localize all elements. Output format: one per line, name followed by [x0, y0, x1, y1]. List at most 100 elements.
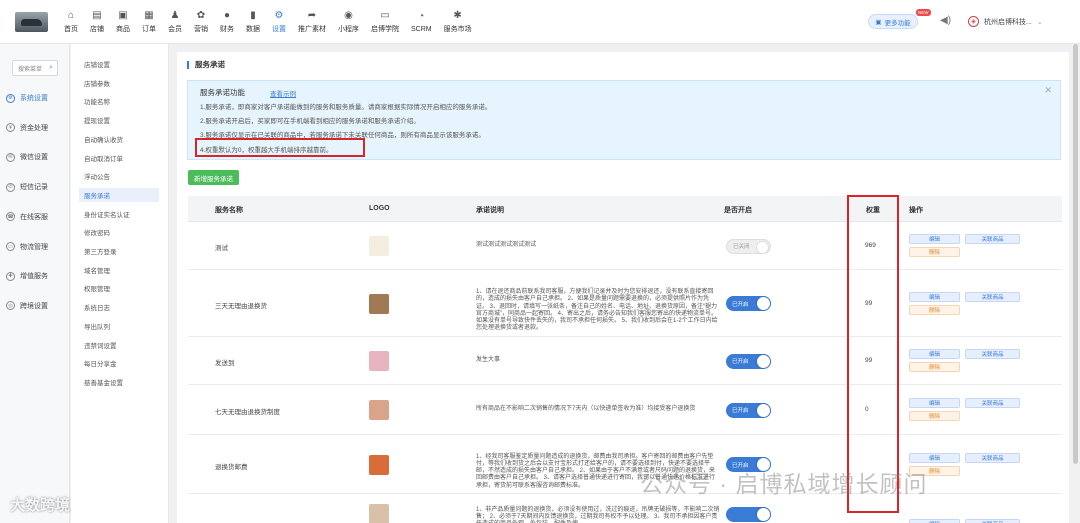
submenu-item[interactable]: 自动取消订单	[79, 151, 159, 165]
service-name: 退换货邮费	[215, 463, 248, 471]
submenu-item[interactable]: 店铺参数	[79, 76, 159, 90]
nav-item-store[interactable]: ▤ 店铺	[84, 0, 110, 44]
submenu-item[interactable]: 提现设置	[79, 113, 159, 127]
shop-selector[interactable]: ◈ 杭州启博科技... ⌄	[968, 13, 1043, 30]
page-title: 服务承诺	[187, 61, 225, 69]
submenu-item[interactable]: 服务承诺	[79, 187, 159, 202]
service-description: 1、请在退还商品前联系我司客服，方便我们记录并及时为您安排退还，没有联系直接寄回…	[476, 289, 718, 332]
chevron-down-icon: ⌄	[1036, 18, 1043, 26]
link-goods-button[interactable]: 关联商品	[965, 234, 1020, 244]
delete-button[interactable]: 删除	[909, 247, 960, 257]
marketing-icon: ✿	[196, 9, 206, 21]
nav-item-home[interactable]: ⌂ 首页	[58, 0, 84, 44]
edit-button[interactable]: 编辑	[909, 234, 960, 244]
submenu-item[interactable]: 慈善基金设置	[79, 375, 159, 389]
service-name: 发送到	[215, 360, 235, 367]
edit-button[interactable]: 编辑	[909, 349, 960, 359]
service-logo	[369, 236, 389, 256]
service-description: 1、非产品质量问题的退换货，必须没有使用过，洗过的痕迹，吊牌无破损等，不影响二次…	[476, 506, 720, 523]
submenu-item[interactable]: 修改密码	[79, 225, 159, 239]
nav-label: 财务	[220, 26, 234, 33]
enable-toggle[interactable]: 已开启	[726, 296, 771, 311]
nav-item-scrm[interactable]: ◔ SCRM	[405, 0, 438, 44]
scrm-icon: ◔	[418, 11, 425, 22]
nav-item-goods[interactable]: ▣ 商品	[110, 0, 136, 44]
enable-toggle[interactable]: 已开启	[726, 353, 771, 369]
sidebar-item-service[interactable]: ☎ 在线客服	[0, 207, 70, 227]
view-example-link[interactable]: 查看示例	[270, 88, 296, 98]
service-logo	[369, 293, 389, 314]
enable-toggle[interactable]	[726, 506, 771, 522]
edit-button[interactable]: 编辑	[909, 398, 960, 408]
service-logo	[369, 400, 389, 420]
submenu-item[interactable]: 域名管理	[79, 263, 159, 277]
nav-item-marketing[interactable]: ✿ 营销	[188, 0, 214, 44]
nav-item-miniapp[interactable]: ◉ 小程序	[332, 0, 365, 44]
delete-button[interactable]: 删除	[909, 362, 960, 372]
add-service-button[interactable]: 新增服务承诺	[188, 170, 239, 185]
table-row: 测试 测试测试测试测试测试 已关闭 969 编辑 关联商品 删除	[188, 222, 1062, 270]
menu-search-placeholder: 搜索菜单	[18, 66, 43, 73]
submenu-item[interactable]: 功能名称	[79, 94, 159, 108]
submenu-item[interactable]: 每日分享金	[79, 356, 159, 370]
toggle-knob	[757, 507, 770, 521]
order-icon: ▦	[144, 9, 154, 21]
link-goods-button[interactable]: 关联商品	[965, 452, 1020, 463]
more-features-button[interactable]: ▣ 更多功能	[868, 14, 918, 29]
service-table: 服务名称 LOGO 承诺说明 是否开启 权重 操作 测试 测试测试测试测试测试 已关…	[188, 196, 1062, 523]
link-goods-button[interactable]: 关联商品	[965, 291, 1020, 302]
nav-item-data[interactable]: ▮ 数据	[240, 0, 266, 44]
enable-toggle[interactable]: 已开启	[726, 402, 771, 418]
sidebar-item-system-settings[interactable]: ⚙ 系统设置	[0, 88, 70, 108]
submenu-item[interactable]: 违禁词设置	[79, 338, 159, 352]
nav-item-market[interactable]: ✱ 服务市场	[438, 0, 478, 44]
scrollbar-thumb[interactable]	[1073, 44, 1078, 464]
edit-button[interactable]: 编辑	[909, 291, 960, 302]
submenu-item[interactable]: 身份证实名认证	[79, 207, 159, 221]
menu-search-input[interactable]: 搜索菜单 ⌕	[12, 60, 58, 76]
edit-button[interactable]: 编辑	[909, 519, 960, 523]
sidebar-item-wechat[interactable]: ✉ 微信设置	[0, 147, 70, 167]
submenu-item[interactable]: 自动确认收货	[79, 132, 159, 146]
service-description: 测试测试测试测试测试	[476, 242, 537, 249]
settings-submenu: 店铺设置店铺参数功能名称提现设置自动确认收货 自动取消订单 浮动公告服务承诺身份证实…	[71, 44, 169, 523]
toggle-knob	[757, 354, 770, 368]
sidebar-item-label: 在线客服	[20, 213, 48, 221]
submenu-item[interactable]: 系统日志	[79, 300, 159, 314]
nav-item-finance[interactable]: ● 财务	[214, 0, 240, 44]
nav-item-member[interactable]: ♟ 会员	[162, 0, 188, 44]
submenu-item[interactable]: 权限管理	[79, 281, 159, 295]
service-name: 测试	[215, 245, 228, 252]
sidebar-item-value-added[interactable]: ✚ 增值服务	[0, 266, 70, 286]
nav-item-academy[interactable]: ▭ 启博学院	[365, 0, 405, 44]
delete-button[interactable]: 删除	[909, 411, 960, 421]
submenu-item[interactable]: 导出队列	[79, 319, 159, 333]
submenu-item[interactable]: 店铺设置	[79, 57, 159, 71]
link-goods-button[interactable]: 关联商品	[965, 398, 1020, 408]
nav-label: 启博学院	[371, 26, 399, 33]
enable-toggle[interactable]: 已关闭	[726, 238, 771, 254]
sidebar-item-logistics[interactable]: ▭ 物流管理	[0, 237, 70, 257]
speaker-icon[interactable]: ◀)	[940, 15, 951, 26]
link-goods-button[interactable]: 关联商品	[965, 519, 1020, 523]
submenu-item[interactable]: 浮动公告	[79, 169, 159, 183]
toggle-knob	[757, 403, 770, 417]
submenu-item[interactable]: 第三方登录	[79, 244, 159, 258]
shop-icon: ◈	[968, 16, 979, 27]
edit-button[interactable]: 编辑	[909, 452, 960, 463]
link-goods-button[interactable]: 关联商品	[965, 349, 1020, 359]
settings-icon: ⚙	[274, 9, 284, 21]
sidebar-item-sms[interactable]: ✆ 短信记录	[0, 177, 70, 197]
nav-item-share[interactable]: ➦ 推广素材	[292, 0, 332, 44]
nav-item-settings[interactable]: ⚙ 设置	[266, 0, 292, 44]
delete-button[interactable]: 删除	[909, 304, 960, 315]
member-icon: ♟	[170, 9, 180, 21]
nav-item-order[interactable]: ▦ 订单	[136, 0, 162, 44]
toggle-knob	[757, 297, 770, 310]
more-features-label: 更多功能	[884, 19, 911, 27]
store-logo[interactable]	[15, 12, 48, 32]
page-scrollbar[interactable]	[1071, 44, 1080, 523]
sidebar-item-funds[interactable]: ¥ 资金处理	[0, 118, 70, 138]
sidebar-item-cross-border[interactable]: ◎ 跨境设置	[0, 296, 70, 316]
close-icon[interactable]: ✕	[1044, 85, 1052, 96]
